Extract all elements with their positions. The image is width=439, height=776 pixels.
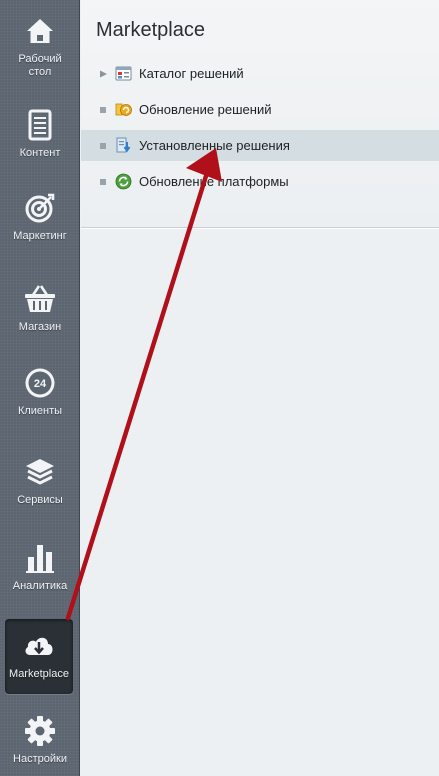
- bullet-icon: [100, 178, 106, 185]
- bullet-icon: [100, 142, 106, 149]
- expand-triangle-icon[interactable]: [100, 70, 107, 78]
- sidebar-item-desktop[interactable]: Рабочий стол: [0, 14, 80, 79]
- basket-icon: [25, 285, 55, 312]
- catalog-icon: [115, 66, 132, 81]
- sidebar-item-label: Маркетинг: [13, 230, 67, 242]
- sidebar-item-shop[interactable]: Магазин: [0, 282, 80, 334]
- menu-item-catalog[interactable]: Каталог решений: [81, 58, 439, 89]
- sidebar-item-marketing[interactable]: Маркетинг: [0, 191, 80, 243]
- home-icon: [27, 19, 53, 43]
- menu-item-platform-update[interactable]: Обновление платформы: [81, 166, 439, 197]
- sidebar-item-label: Контент: [19, 147, 61, 159]
- menu-item-label: Каталог решений: [139, 66, 244, 81]
- page-title: Marketplace: [96, 19, 205, 41]
- menu-item-update-solutions[interactable]: Обновление решений: [81, 94, 439, 125]
- left-sidebar: Рабочий стол Контент Маркетинг Магазин 2…: [0, 0, 80, 776]
- menu-item-label: Обновление платформы: [139, 174, 289, 189]
- clients-24-icon: 24: [25, 368, 55, 398]
- sidebar-item-clients[interactable]: 24 Клиенты: [0, 366, 80, 418]
- target-icon: [25, 193, 55, 223]
- sidebar-item-marketplace[interactable]: Marketplace: [5, 619, 73, 694]
- document-icon: [28, 109, 52, 141]
- menu-item-label: Обновление решений: [139, 102, 272, 117]
- update-solutions-icon: [115, 103, 132, 116]
- sidebar-item-content[interactable]: Контент: [0, 108, 80, 160]
- clients-24-icon-text: 24: [34, 378, 47, 390]
- gear-icon: [25, 716, 55, 746]
- menu-item-installed-solutions[interactable]: Установленные решения: [81, 130, 439, 161]
- sidebar-item-label: Магазин: [18, 321, 62, 333]
- bullet-icon: [100, 106, 106, 113]
- menu-item-label: Установленные решения: [139, 138, 290, 153]
- marketplace-menu-panel: Marketplace Каталог решений Обновление р…: [81, 0, 439, 228]
- platform-update-icon: [115, 173, 132, 190]
- installed-solutions-icon: [116, 137, 131, 153]
- sidebar-item-label: Аналитика: [12, 580, 68, 592]
- bar-chart-icon: [26, 545, 54, 573]
- main-content: Marketplace Каталог решений Обновление р…: [81, 0, 439, 776]
- sidebar-item-label: Рабочий стол: [18, 53, 62, 78]
- sidebar-item-label: Клиенты: [17, 405, 63, 417]
- sidebar-item-label: Marketplace: [9, 668, 69, 680]
- layers-icon: [26, 459, 54, 485]
- sidebar-item-settings[interactable]: Настройки: [0, 714, 80, 766]
- sidebar-item-services[interactable]: Сервисы: [0, 455, 80, 507]
- sidebar-item-analytics[interactable]: Аналитика: [0, 541, 80, 593]
- sidebar-item-label: Сервисы: [17, 494, 63, 506]
- cloud-download-icon: [25, 637, 53, 655]
- sidebar-item-label: Настройки: [13, 753, 67, 765]
